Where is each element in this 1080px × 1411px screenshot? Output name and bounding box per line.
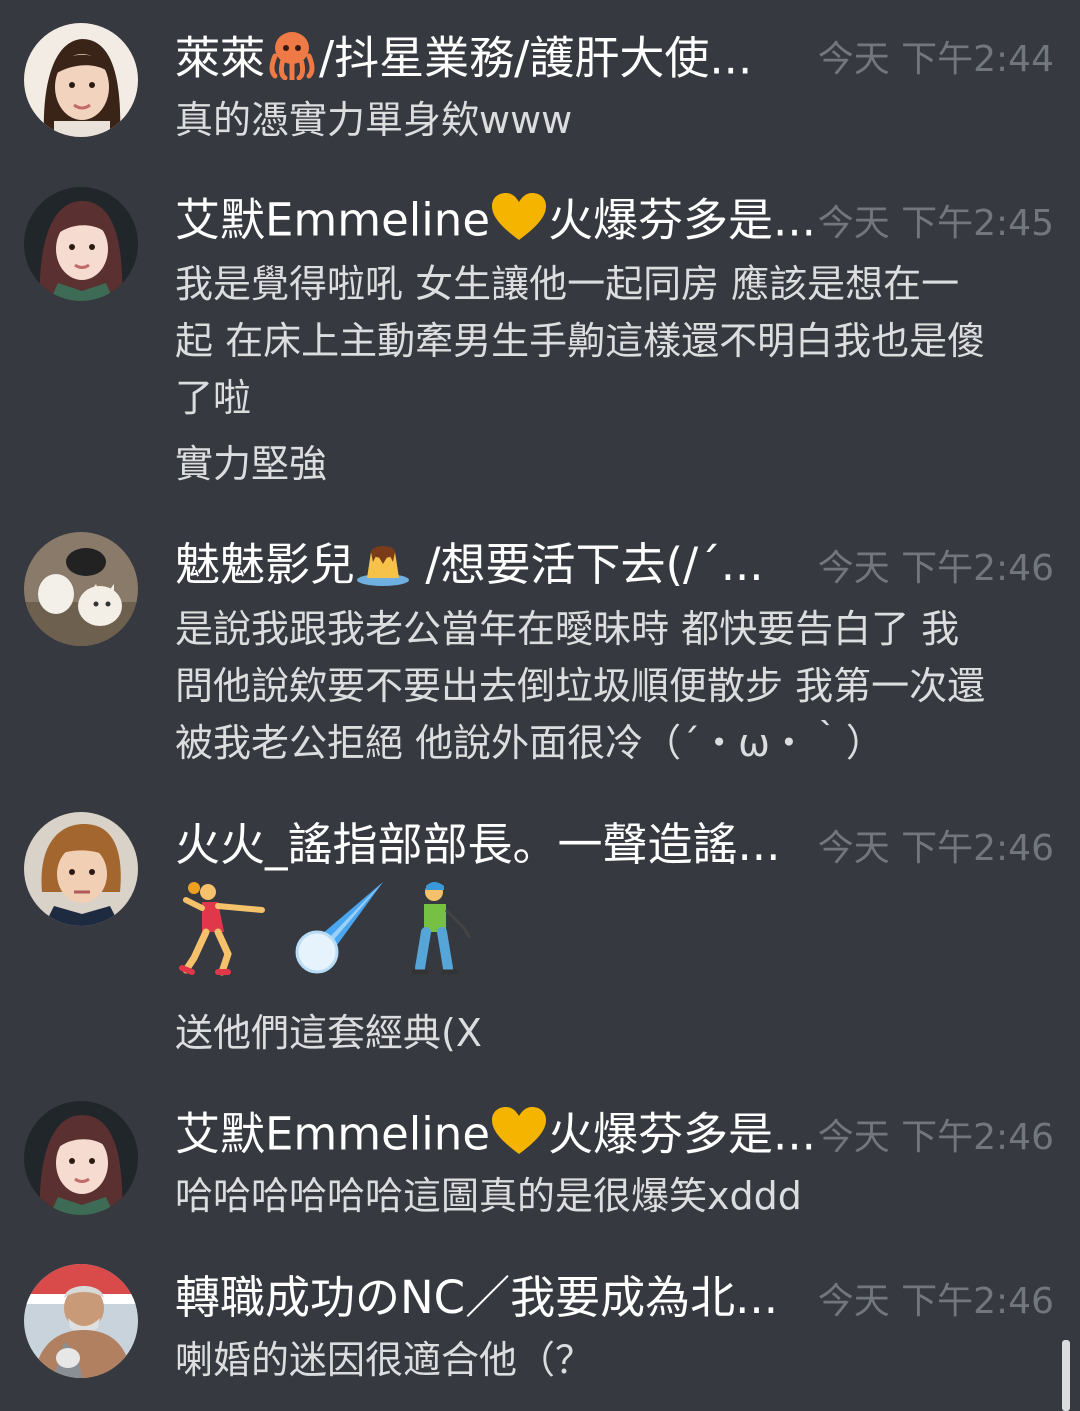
message-text: 被我老公拒絕 他說外面很冷（´・ω・｀） (175, 721, 884, 765)
message-text: 問他說欸要不要出去倒垃圾順便散步 我第一次還 (175, 664, 986, 708)
message-text: 是說我跟我老公當年在曖昧時 都快要告白了 我 (175, 607, 960, 651)
pudding-icon (355, 538, 411, 599)
message-text: 實力堅強 (175, 442, 328, 486)
author-tagline: /想要活下去(/´... (411, 538, 764, 591)
message-text: 起 在床上主動牽男生手齁這樣還不明白我也是傻 (175, 319, 986, 363)
message-timestamp: 今天 下午2:46 (817, 548, 1054, 589)
author-name: 萊萊 (175, 31, 266, 85)
message-timestamp: 今天 下午2:46 (817, 828, 1054, 869)
message-author[interactable]: 艾默Emmeline 火爆芬多是... (175, 192, 816, 255)
message-timestamp: 今天 下午2:44 (817, 39, 1054, 80)
author-tagline: 火爆芬多是... (548, 1107, 816, 1161)
avatar[interactable] (24, 23, 138, 137)
author-name: 火火_謠指部部長。一聲造謠... (175, 818, 781, 871)
person-golfing-icon (406, 880, 476, 980)
message-text: 了啦 (175, 376, 252, 420)
message-author[interactable]: 火火_謠指部部長。一聲造謠... (175, 817, 780, 873)
avatar[interactable] (24, 1101, 138, 1215)
octopus-icon (265, 30, 319, 93)
message-author[interactable]: 魅魅影兒 /想要活下去(/´... (175, 537, 764, 599)
yellow-heart-icon (490, 192, 548, 255)
message-text: 我是覺得啦吼 女生讓他一起同房 應該是想在一 (175, 262, 960, 306)
yellow-heart-icon (490, 1106, 548, 1169)
author-name: 魅魅影兒 (175, 538, 356, 591)
author-name: 艾默Emmeline (175, 1107, 491, 1161)
author-tagline: /抖星業務/護肝大使... (319, 31, 753, 85)
emoji-row (178, 880, 492, 980)
woman-playing-handball-icon (178, 880, 268, 980)
comet-icon (289, 880, 385, 980)
message-timestamp: 今天 下午2:46 (817, 1117, 1054, 1158)
avatar[interactable] (24, 1264, 138, 1378)
message-author[interactable]: 轉職成功のNC／我要成為北... (175, 1270, 778, 1326)
avatar[interactable] (24, 187, 138, 301)
avatar[interactable] (24, 812, 138, 926)
avatar[interactable] (24, 532, 138, 646)
author-name: 轉職成功のNC／我要成為北... (175, 1271, 778, 1324)
message-timestamp: 今天 下午2:46 (817, 1281, 1054, 1322)
message-timestamp: 今天 下午2:45 (817, 203, 1054, 244)
message-text: 送他們這套經典(X (175, 1011, 482, 1055)
scrollbar-thumb[interactable] (1062, 1340, 1070, 1411)
message-text: 哈哈哈哈哈哈這圖真的是很爆笑xddd (175, 1174, 802, 1218)
author-name: 艾默Emmeline (175, 193, 491, 247)
message-author[interactable]: 萊萊/抖星業務/護肝大使... (175, 30, 752, 93)
message-author[interactable]: 艾默Emmeline 火爆芬多是... (175, 1106, 816, 1169)
chat-message-list[interactable]: 萊萊/抖星業務/護肝大使... 今天 下午2:44 真的憑實力單身欸www 艾默… (0, 0, 1080, 1411)
message-text: 喇婚的迷因很適合他（？ (175, 1338, 594, 1382)
message-text: 真的憑實力單身欸www (175, 98, 573, 142)
author-tagline: 火爆芬多是... (548, 193, 816, 247)
